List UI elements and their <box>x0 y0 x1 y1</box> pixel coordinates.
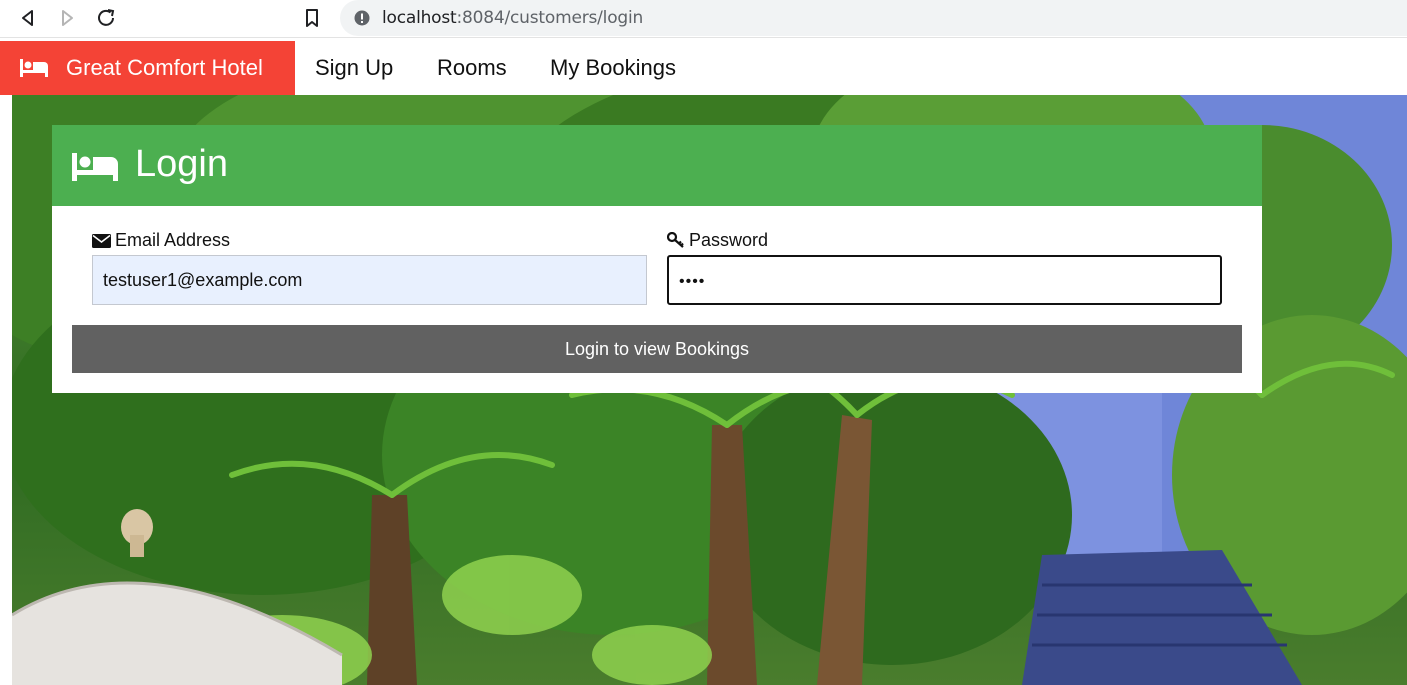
login-button[interactable]: Login to view Bookings <box>72 325 1242 373</box>
reload-icon[interactable] <box>95 7 119 29</box>
bookmark-icon[interactable] <box>300 7 324 29</box>
password-value: •••• <box>679 273 706 290</box>
bed-icon <box>20 59 48 77</box>
browser-toolbar: localhost:8084/customers/login <box>0 0 1407 38</box>
nav-link-my-bookings[interactable]: My Bookings <box>550 55 676 81</box>
page-title: Login <box>135 143 228 185</box>
key-icon <box>666 231 684 248</box>
back-icon[interactable] <box>16 7 40 29</box>
email-field[interactable]: testuser1@example.com <box>92 255 647 305</box>
email-value: testuser1@example.com <box>103 270 303 290</box>
password-field[interactable]: •••• <box>667 255 1222 305</box>
brand-name: Great Comfort Hotel <box>66 55 263 80</box>
login-card: Login Email Address testuser1@example.co… <box>52 125 1262 393</box>
site-navbar: Great Comfort Hotel Sign Up Rooms My Boo… <box>0 41 1407 95</box>
brand-link[interactable]: Great Comfort Hotel <box>0 41 295 95</box>
url-text: localhost:8084/customers/login <box>382 8 644 28</box>
info-icon[interactable] <box>354 10 370 26</box>
login-card-header: Login <box>52 125 1262 206</box>
nav-link-rooms[interactable]: Rooms <box>437 55 507 81</box>
envelope-icon <box>92 234 111 248</box>
password-label: Password <box>666 230 768 251</box>
bed-icon <box>72 153 118 181</box>
email-label: Email Address <box>92 230 230 251</box>
address-bar[interactable]: localhost:8084/customers/login <box>340 0 1407 36</box>
nav-link-sign-up[interactable]: Sign Up <box>315 55 393 81</box>
forward-icon[interactable] <box>55 7 79 29</box>
